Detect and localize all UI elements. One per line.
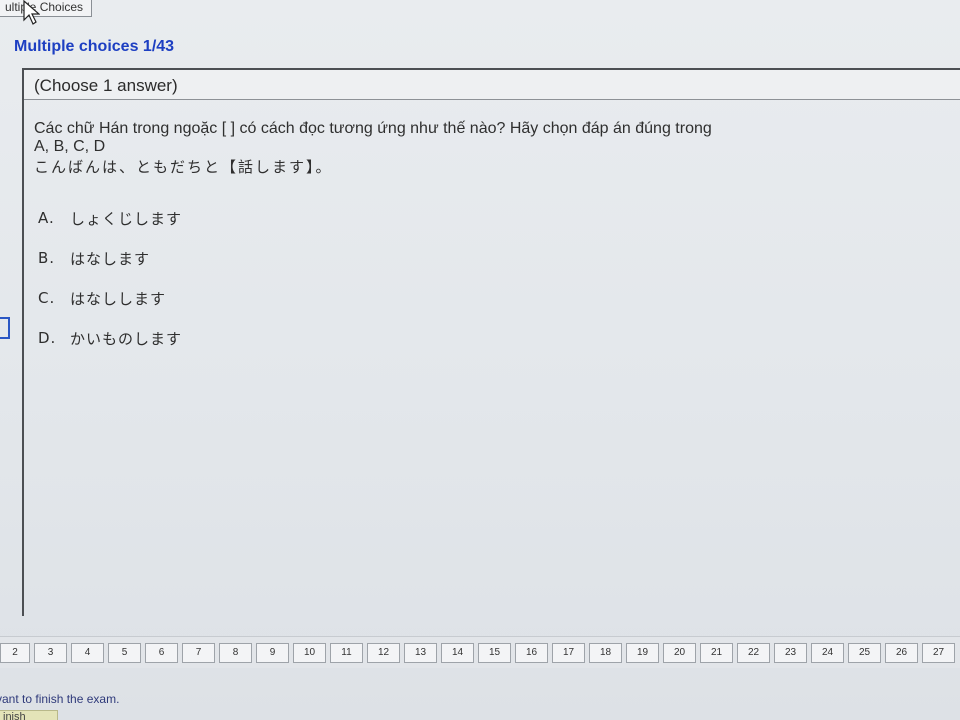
panel-header: (Choose 1 answer)	[24, 70, 960, 100]
question-line-1: Các chữ Hán trong ngoặc [ ] có cách đọc …	[34, 120, 712, 137]
nav-question-15[interactable]: 15	[478, 642, 511, 663]
question-sentence: こんばんは、ともだちと【話します】。	[34, 158, 333, 176]
nav-question-21[interactable]: 21	[700, 642, 733, 663]
question-text: Các chữ Hán trong ngoặc [ ] có cách đọc …	[34, 120, 864, 176]
question-panel: (Choose 1 answer) Các chữ Hán trong ngoặ…	[22, 68, 960, 616]
exam-screen: ultiple Choices Multiple choices 1/43 (C…	[0, 0, 960, 720]
nav-question-9[interactable]: 9	[256, 642, 289, 663]
nav-question-3[interactable]: 3	[34, 642, 67, 663]
option-letter: B.	[38, 249, 56, 267]
nav-question-16[interactable]: 16	[515, 642, 548, 663]
option-text: かいものします	[70, 329, 183, 348]
section-title: Multiple choices 1/43	[14, 38, 175, 55]
option-letter: C.	[38, 289, 56, 307]
option-a[interactable]: A. しょくじします	[38, 198, 182, 238]
nav-question-22[interactable]: 22	[737, 642, 770, 663]
nav-question-10[interactable]: 10	[293, 642, 326, 663]
nav-question-7[interactable]: 7	[182, 642, 215, 663]
nav-question-12[interactable]: 12	[367, 642, 400, 663]
multiple-choices-tab[interactable]: ultiple Choices	[0, 0, 93, 17]
tab-label: ultiple Choices	[5, 0, 84, 14]
nav-question-26[interactable]: 26	[885, 642, 918, 663]
nav-question-6[interactable]: 6	[145, 642, 178, 663]
nav-question-19[interactable]: 19	[626, 642, 659, 663]
answer-options: A. しょくじします B. はなします C. はなしします D. かいものします	[38, 198, 182, 358]
option-text: しょくじします	[70, 209, 183, 228]
option-text: はなしします	[70, 289, 167, 308]
nav-question-13[interactable]: 13	[404, 642, 437, 663]
nav-question-11[interactable]: 11	[330, 642, 363, 663]
nav-question-17[interactable]: 17	[552, 642, 585, 663]
nav-question-20[interactable]: 20	[663, 642, 696, 663]
finish-button[interactable]: inish	[0, 710, 58, 720]
option-c[interactable]: C. はなしします	[38, 278, 182, 318]
option-b[interactable]: B. はなします	[38, 238, 182, 278]
option-letter: D.	[38, 329, 57, 347]
nav-question-24[interactable]: 24	[811, 642, 844, 663]
finish-prompt: vant to finish the exam.	[0, 692, 120, 706]
question-line-2: A, B, C, D	[34, 138, 106, 155]
nav-question-14[interactable]: 14	[441, 642, 474, 663]
nav-question-4[interactable]: 4	[71, 642, 104, 663]
option-d[interactable]: D. かいものします	[38, 318, 182, 358]
nav-question-5[interactable]: 5	[108, 642, 141, 663]
nav-question-27[interactable]: 27	[922, 642, 955, 663]
nav-question-8[interactable]: 8	[219, 642, 252, 663]
mouse-pointer-icon	[23, 0, 40, 25]
radio-button[interactable]	[0, 317, 10, 339]
option-letter: A.	[38, 209, 55, 227]
option-text: はなします	[70, 249, 151, 268]
nav-question-2[interactable]: 2	[0, 642, 30, 663]
nav-question-18[interactable]: 18	[589, 642, 622, 663]
nav-question-23[interactable]: 23	[774, 642, 807, 663]
choose-instruction: (Choose 1 answer)	[34, 76, 178, 95]
nav-question-25[interactable]: 25	[848, 642, 881, 663]
question-navigation: 2 3 4 5 6 7 8 9 10 11 12 13 14 15 16 17 …	[0, 636, 960, 668]
